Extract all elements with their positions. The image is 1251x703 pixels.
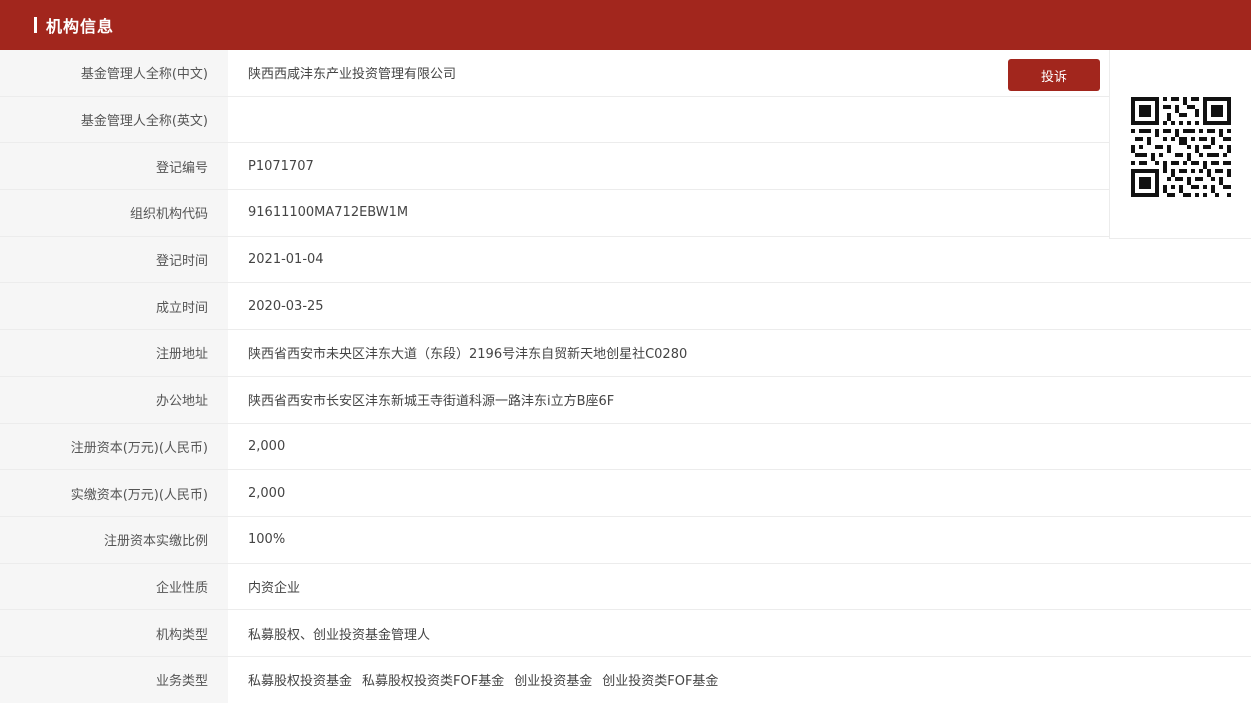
row-label: 登记编号 [0, 143, 228, 190]
row-label: 企业性质 [0, 563, 228, 610]
table-row: 注册地址 陕西省西安市未央区沣东大道（东段）2196号沣东自贸新天地创星社C02… [0, 330, 1251, 377]
business-type-list: 私募股权投资基金 私募股权投资类FOF基金 创业投资基金 创业投资类FOF基金 [228, 657, 1251, 703]
row-value: 2020-03-25 [248, 298, 324, 314]
table-row: 成立时间 2020-03-25 [0, 283, 1251, 331]
section-title: 机构信息 [46, 17, 115, 36]
table-row: 办公地址 陕西省西安市长安区沣东新城王寺街道科源一路沣东i立方B座6F [0, 376, 1251, 424]
institution-info-table: 基金管理人全称(中文) 陕西西咸沣东产业投资管理有限公司 基金管理人全称(英文)… [0, 50, 1251, 703]
table-row: 组织机构代码 91611100MA712EBW1M [0, 190, 1251, 237]
row-value: 2021-01-04 [248, 252, 324, 268]
table-row: 注册资本(万元)(人民币) 2,000 [0, 423, 1251, 471]
table-row: 机构类型 私募股权、创业投资基金管理人 [0, 610, 1251, 657]
qr-code-icon [1130, 97, 1231, 197]
row-label: 基金管理人全称(中文) [0, 50, 228, 96]
table-row: 登记时间 2021-01-04 [0, 236, 1251, 284]
row-label: 实缴资本(万元)(人民币) [0, 470, 228, 516]
row-value: 91611100MA712EBW1M [248, 205, 409, 221]
table-row: 注册资本实缴比例 100% [0, 516, 1251, 564]
row-label: 办公地址 [0, 376, 228, 423]
row-label: 组织机构代码 [0, 190, 228, 236]
row-label: 基金管理人全称(英文) [0, 96, 228, 143]
header-accent-bar [34, 17, 37, 33]
table-row: 登记编号 P1071707 [0, 143, 1251, 191]
table-row: 企业性质 内资企业 [0, 563, 1251, 611]
section-header: 机构信息 [0, 0, 1251, 50]
row-value: 内资企业 [248, 580, 301, 596]
row-label: 注册地址 [0, 330, 228, 376]
row-label: 注册资本实缴比例 [0, 516, 228, 563]
row-label: 登记时间 [0, 236, 228, 283]
table-row: 实缴资本(万元)(人民币) 2,000 [0, 470, 1251, 517]
row-value: 私募股权、创业投资基金管理人 [248, 627, 431, 643]
row-label: 机构类型 [0, 610, 228, 656]
qr-panel [1109, 50, 1251, 239]
row-value: 陕西省西安市未央区沣东大道（东段）2196号沣东自贸新天地创星社C0280 [248, 347, 688, 363]
business-type-item: 私募股权投资类FOF基金 [362, 674, 505, 690]
row-value: 2,000 [248, 485, 286, 501]
business-type-item: 创业投资类FOF基金 [602, 674, 719, 690]
row-value: P1071707 [248, 158, 314, 174]
table-row: 业务类型 私募股权投资基金 私募股权投资类FOF基金 创业投资基金 创业投资类F… [0, 656, 1251, 703]
row-value: 2,000 [248, 438, 286, 454]
row-value: 陕西省西安市长安区沣东新城王寺街道科源一路沣东i立方B座6F [248, 394, 615, 410]
row-label: 注册资本(万元)(人民币) [0, 423, 228, 470]
row-label: 业务类型 [0, 656, 228, 703]
business-type-item: 私募股权投资基金 [248, 674, 353, 690]
row-value [228, 97, 1251, 143]
complaint-button[interactable]: 投诉 [1008, 59, 1100, 91]
row-value: 100% [248, 532, 286, 548]
business-type-item: 创业投资基金 [514, 674, 593, 690]
table-row: 基金管理人全称(英文) [0, 96, 1251, 144]
row-label: 成立时间 [0, 283, 228, 330]
